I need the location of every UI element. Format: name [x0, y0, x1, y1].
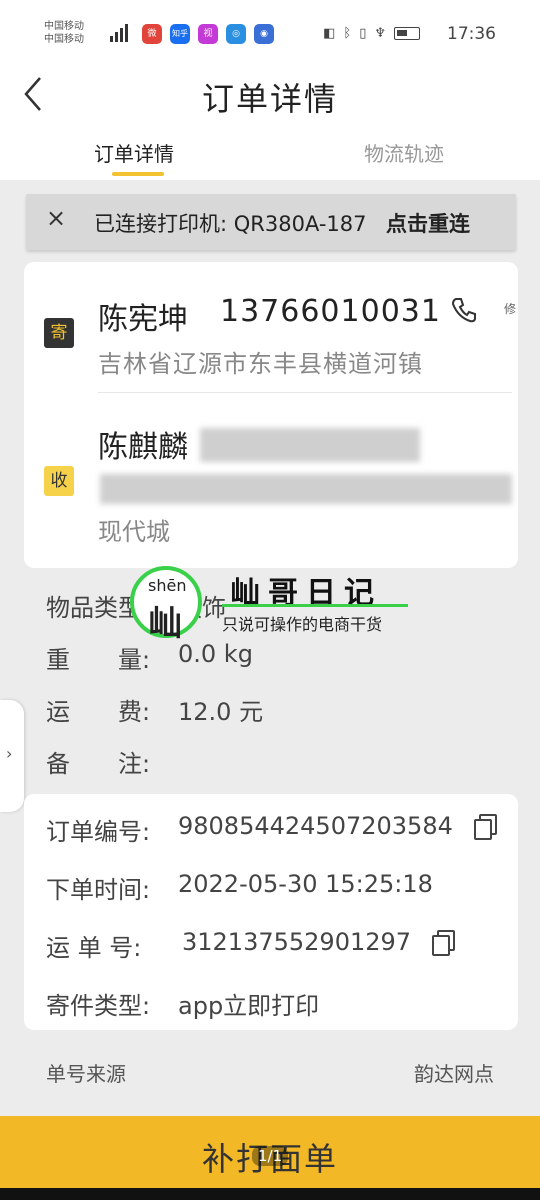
app-dot-icon: ◉	[254, 24, 274, 44]
carrier-labels: 中国移动 中国移动	[44, 20, 84, 46]
waybill-row: 运 单 号: 312137552901297	[46, 928, 411, 963]
zhihu-icon: 知乎	[170, 24, 190, 44]
receiver-tag: 收	[44, 466, 74, 496]
weibo-icon: 微	[142, 24, 162, 44]
watermark-subtitle: 只说可操作的电商干货	[222, 615, 383, 634]
bluetooth-icon: ᛒ	[343, 26, 352, 41]
waybill-value: 312137552901297	[182, 928, 412, 956]
order-time-row: 下单时间: 2022-05-30 15:25:18	[46, 870, 433, 905]
watermark-logo: shēn 屾 屾哥日记 只说可操作的电商干货	[130, 564, 420, 644]
freight-row: 运 费: 12.0 元	[46, 692, 263, 727]
battery-icon	[394, 27, 420, 40]
freight-value: 12.0 元	[178, 698, 264, 726]
video-app-icon: 视	[198, 24, 218, 44]
active-tab-indicator	[112, 172, 164, 176]
edit-link[interactable]: 修	[504, 300, 516, 317]
sender-address: 吉林省辽源市东丰县横道河镇	[98, 350, 423, 378]
shipping-type-label: 寄件类型:	[46, 992, 151, 1020]
watermark-char: 屾	[148, 604, 182, 644]
phone-icon[interactable]	[450, 296, 478, 324]
order-time-label: 下单时间:	[46, 876, 151, 904]
weight-label: 重 量:	[46, 646, 151, 674]
remark-row: 备 注:	[46, 744, 150, 779]
watermark-circle: shēn 屾	[130, 566, 202, 644]
receiver-name: 陈麒麟	[98, 430, 188, 465]
tab-logistics[interactable]: 物流轨迹	[364, 138, 444, 167]
source-value: 韵达网点	[414, 1062, 494, 1086]
reconnect-link[interactable]: 点击重连	[386, 208, 470, 238]
carrier-2: 中国移动	[44, 34, 84, 45]
receiver-address-last: 现代城	[98, 518, 170, 546]
order-number-label: 订单编号:	[46, 818, 151, 846]
blurred-phone	[200, 428, 420, 462]
vibrate-icon: ▯	[359, 26, 367, 41]
copy-waybill-icon[interactable]	[432, 930, 455, 956]
notification-icons: 微 知乎 视 ◎ ◉	[142, 24, 274, 44]
wifi-icon: ♆	[374, 26, 386, 41]
page-title: 订单详情	[201, 80, 338, 118]
signal-icon	[110, 24, 136, 42]
chevron-right-icon: ›	[6, 744, 13, 763]
remark-label: 备 注:	[46, 750, 151, 778]
nav-bar	[0, 1188, 540, 1200]
close-icon[interactable]: ×	[46, 204, 66, 232]
waybill-label: 运 单 号:	[46, 934, 142, 962]
printer-status-text: 已连接打印机: QR380A-187	[94, 212, 367, 236]
watermark-pinyin: shēn	[148, 576, 187, 595]
status-time: 17:36	[447, 24, 496, 44]
order-number-row: 订单编号: 9808544245072035​84	[46, 812, 453, 847]
shipping-type-value: app立即打印	[178, 992, 320, 1020]
printer-banner: × 已连接打印机: QR380A-187 点击重连	[26, 194, 516, 250]
source-row: 单号来源 韵达网点	[0, 1040, 540, 1104]
tab-order-details[interactable]: 订单详情	[94, 138, 174, 167]
copy-order-number-icon[interactable]	[474, 814, 497, 840]
blurred-address	[100, 474, 512, 504]
page-indicator: 1/1	[252, 1146, 289, 1166]
app-circle-icon: ◎	[226, 24, 246, 44]
tab-bar: 订单详情 物流轨迹	[0, 138, 540, 180]
freight-label: 运 费:	[46, 698, 151, 726]
status-bar: 中国移动 中国移动 微 知乎 视 ◎ ◉ ◧ ᛒ ▯ ♆ 17:36	[0, 0, 540, 62]
nfc-icon: ◧	[323, 26, 336, 41]
weight-row: 重 量: 0.0 kg	[46, 640, 253, 675]
carrier-1: 中国移动	[44, 21, 84, 32]
shipping-type-row: 寄件类型: app立即打印	[46, 986, 319, 1021]
sender-name: 陈宪坤	[98, 302, 188, 337]
order-time-value: 2022-05-30 15:25:18	[178, 870, 433, 898]
divider	[98, 392, 512, 393]
sender-tag: 寄	[44, 318, 74, 348]
side-drawer-handle[interactable]: ›	[0, 700, 24, 812]
watermark-underline	[222, 604, 408, 607]
sender-phone: 13766010031	[220, 294, 441, 329]
weight-value: 0.0 kg	[178, 640, 253, 668]
source-label: 单号来源	[46, 1062, 126, 1086]
system-icons: ◧ ᛒ ▯ ♆	[323, 26, 420, 41]
order-number-value: 9808544245072035​84	[178, 812, 453, 840]
